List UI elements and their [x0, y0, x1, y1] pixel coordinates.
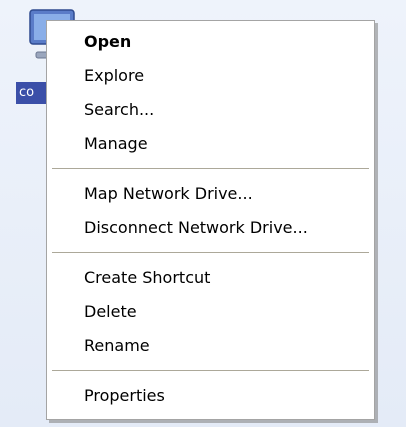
menu-item-create-shortcut[interactable]: Create Shortcut [50, 261, 371, 295]
menu-item-explore[interactable]: Explore [50, 59, 371, 93]
menu-item-map-network-drive[interactable]: Map Network Drive... [50, 177, 371, 211]
menu-item-rename[interactable]: Rename [50, 329, 371, 363]
menu-separator [52, 168, 369, 169]
menu-item-manage[interactable]: Manage [50, 127, 371, 161]
menu-item-properties[interactable]: Properties [50, 379, 371, 413]
context-menu: Open Explore Search... Manage Map Networ… [46, 20, 375, 420]
menu-item-search[interactable]: Search... [50, 93, 371, 127]
menu-item-disconnect-network-drive[interactable]: Disconnect Network Drive... [50, 211, 371, 245]
menu-separator [52, 370, 369, 371]
menu-separator [52, 252, 369, 253]
menu-item-delete[interactable]: Delete [50, 295, 371, 329]
menu-item-open[interactable]: Open [50, 25, 371, 59]
